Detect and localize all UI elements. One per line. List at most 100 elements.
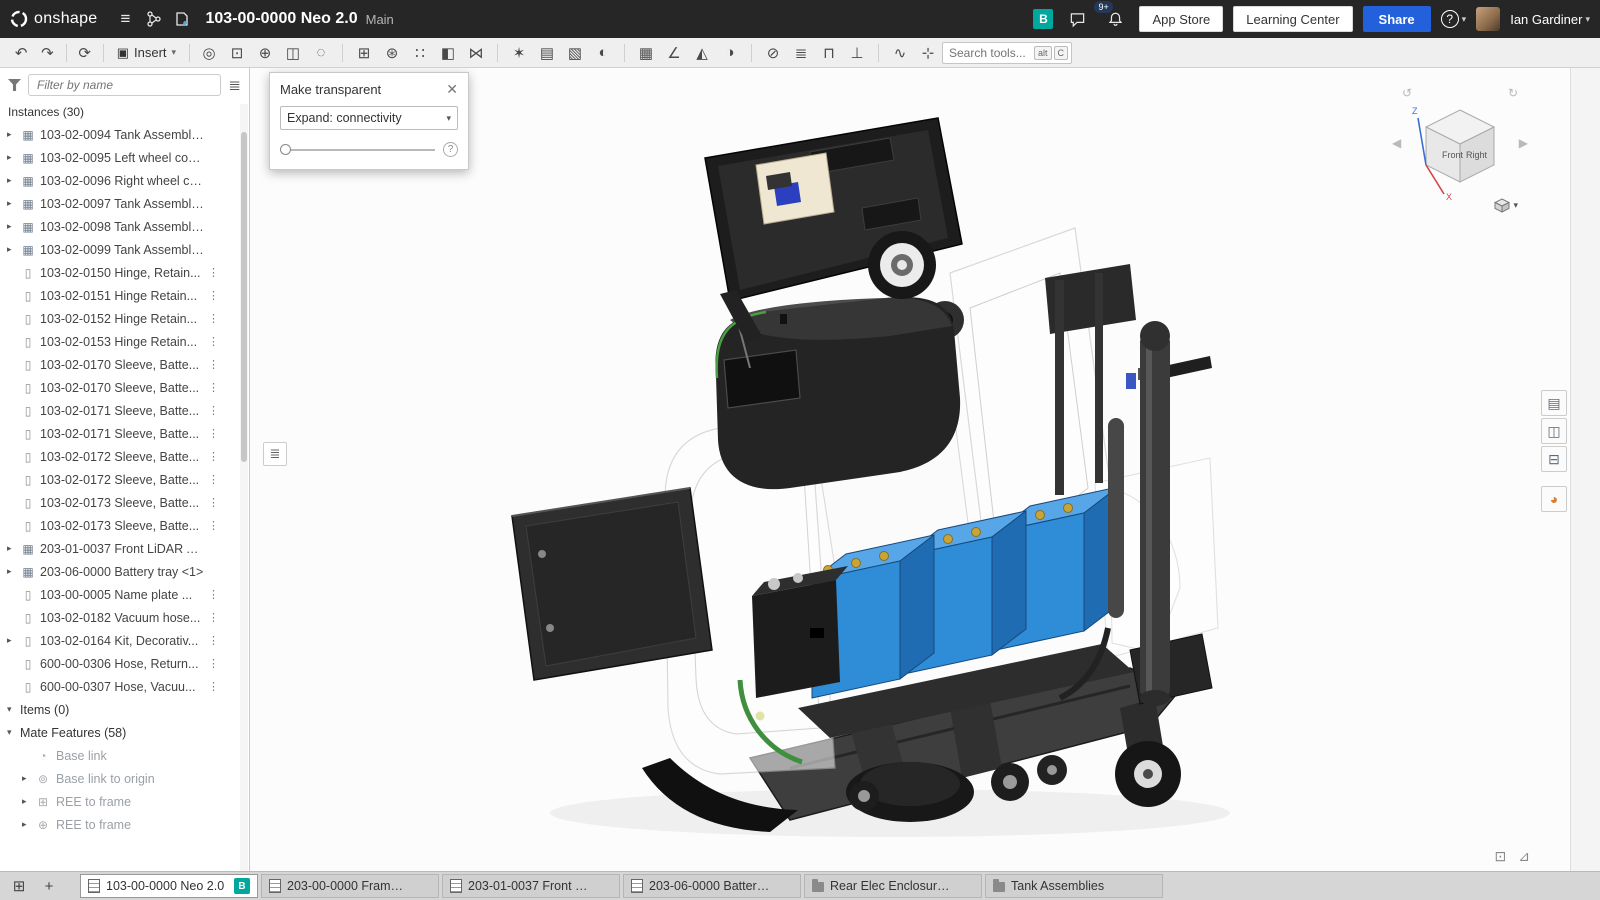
tree-row[interactable]: ▸ 103-02-0096 Right wheel cover <... ⋮ <box>0 169 249 192</box>
undo-icon[interactable]: ↶ <box>8 40 34 66</box>
appearance-panel-icon[interactable]: ◕ <box>1541 486 1567 512</box>
user-menu[interactable]: Ian Gardiner ▾ <box>1510 12 1590 27</box>
mirror-icon[interactable]: ◧ <box>434 40 462 66</box>
panel-scrollbar[interactable] <box>240 104 248 871</box>
appearance-icon[interactable]: ◑ <box>716 40 744 66</box>
expand-mode-select[interactable]: Expand: connectivity ▾ <box>280 106 458 130</box>
tree-row[interactable]: ▸ 103-02-0164 Kit, Decorativ... ⋮ <box>0 629 249 652</box>
learning-center-button[interactable]: Learning Center <box>1233 6 1352 32</box>
custom-feature-icon[interactable]: ⊹ <box>914 40 942 66</box>
cad-model[interactable] <box>250 68 1570 871</box>
mate-connector-indicator-icon[interactable]: ⋮ <box>208 404 219 417</box>
mate-connector-indicator-icon[interactable]: ⋮ <box>208 496 219 509</box>
expand-arrow-icon[interactable]: ▸ <box>7 198 20 209</box>
mate-connector-indicator-icon[interactable]: ⋮ <box>208 588 219 601</box>
roll-cw-icon[interactable]: ↻ <box>1508 86 1518 100</box>
tree-row[interactable]: ▸ 103-02-0173 Sleeve, Batte... ⋮ <box>0 514 249 537</box>
mate-connector-indicator-icon[interactable]: ⋮ <box>208 450 219 463</box>
comments-icon[interactable] <box>1063 5 1091 33</box>
tree-row[interactable]: ▸ 103-02-0170 Sleeve, Batte... ⋮ <box>0 376 249 399</box>
mate-connector-indicator-icon[interactable]: ⋮ <box>208 634 219 647</box>
tree-row[interactable]: ▸ 103-02-0095 Left wheel cover <1> ⋮ <box>0 146 249 169</box>
mate-features-group-row[interactable]: ▾ Mate Features (58) <box>0 721 249 744</box>
share-button[interactable]: Share <box>1363 6 1431 32</box>
mate-connector-indicator-icon[interactable]: ⋮ <box>208 519 219 532</box>
group-icon[interactable]: ⊡ <box>223 40 251 66</box>
workspace-name[interactable]: Main <box>366 12 394 27</box>
mate-feature-row[interactable]: ▸ ⊕ REE to frame <box>0 813 249 836</box>
expand-arrow-icon[interactable]: ▸ <box>7 244 20 255</box>
sheet-metal-icon[interactable]: ⊓ <box>815 40 843 66</box>
expand-arrow-icon[interactable]: ▸ <box>7 129 20 140</box>
expand-arrow-icon[interactable]: ▸ <box>22 773 35 784</box>
display-states-panel-icon[interactable]: ⊟ <box>1541 446 1567 472</box>
roll-ccw-icon[interactable]: ↺ <box>1402 86 1412 100</box>
mate-feature-row[interactable]: ▸ ⊞ REE to frame <box>0 790 249 813</box>
document-tab[interactable]: 203-06-0000 Battery tr... <box>623 874 801 898</box>
circular-pattern-icon[interactable]: ⊛ <box>378 40 406 66</box>
explode-icon[interactable]: ✶ <box>505 40 533 66</box>
section-view-icon[interactable]: ◐ <box>589 40 617 66</box>
mate-connector-indicator-icon[interactable]: ⋮ <box>208 312 219 325</box>
tree-row[interactable]: ▸ 203-01-0037 Front LiDAR Asm, H... ⋮ <box>0 537 249 560</box>
mate-connector-indicator-icon[interactable]: ⋮ <box>208 680 219 693</box>
tree-row[interactable]: ▸ 103-02-0172 Sleeve, Batte... ⋮ <box>0 445 249 468</box>
document-tab[interactable]: 103-00-0000 Neo 2.0 B <box>80 874 258 898</box>
items-group-row[interactable]: ▾ Items (0) <box>0 698 249 721</box>
material-icon[interactable]: ⊘ <box>759 40 787 66</box>
tree-row[interactable]: ▸ 103-02-0099 Tank Assembly, Re... ⋮ <box>0 238 249 261</box>
mate-connector-indicator-icon[interactable]: ⋮ <box>208 266 219 279</box>
expand-arrow-icon[interactable]: ▸ <box>7 635 20 646</box>
list-options-icon[interactable]: ≣ <box>228 76 241 94</box>
scale-indicator-icon[interactable]: ⊿ <box>1518 848 1530 865</box>
mate-connector-indicator-icon[interactable]: ⋮ <box>208 657 219 670</box>
expand-arrow-icon[interactable]: ▸ <box>7 221 20 232</box>
tree-row[interactable]: ▸ 103-02-0182 Vacuum hose... ⋮ <box>0 606 249 629</box>
mate-connector-indicator-icon[interactable]: ⋮ <box>208 473 219 486</box>
mate-connector-indicator-icon[interactable]: ⋮ <box>208 335 219 348</box>
graphics-viewport[interactable]: Make transparent ✕ Expand: connectivity … <box>250 68 1570 871</box>
mate-connector-icon[interactable]: ⊕ <box>251 40 279 66</box>
linear-pattern-icon[interactable]: ⊞ <box>350 40 378 66</box>
feature-list-flyout-button[interactable]: ≣ <box>263 442 287 466</box>
app-store-button[interactable]: App Store <box>1139 6 1223 32</box>
version-badge[interactable]: B <box>1033 9 1053 29</box>
display-states-icon[interactable]: ▧ <box>561 40 589 66</box>
add-tab-icon[interactable]: + <box>36 874 62 898</box>
named-views-icon[interactable]: ▤ <box>533 40 561 66</box>
update-standard-content-icon[interactable]: ⟳ <box>72 40 98 66</box>
avatar[interactable] <box>1476 7 1500 31</box>
tree-row[interactable]: ▸ 103-02-0173 Sleeve, Batte... ⋮ <box>0 491 249 514</box>
tree-row[interactable]: ▸ 103-02-0098 Tank Assembly, Re... ⋮ <box>0 215 249 238</box>
view-cube[interactable]: Front Right Z X ◀ ▶ ↺ ↻ <box>1394 80 1526 212</box>
rotate-right-arrow-icon[interactable]: ▶ <box>1519 136 1528 150</box>
named-positions-icon[interactable]: ◫ <box>279 40 307 66</box>
document-tab[interactable]: Tank Assemblies <box>985 874 1163 898</box>
close-icon[interactable]: ✕ <box>446 81 458 98</box>
expand-arrow-icon[interactable]: ▸ <box>7 152 20 163</box>
expand-arrow-icon[interactable]: ▸ <box>7 175 20 186</box>
tree-row[interactable]: ▸ 103-02-0172 Sleeve, Batte... ⋮ <box>0 468 249 491</box>
belt-icon[interactable]: ∿ <box>886 40 914 66</box>
dialog-help-icon[interactable]: ? <box>443 142 458 157</box>
help-menu[interactable]: ? ▾ <box>1441 10 1467 28</box>
bom-icon[interactable]: ▦ <box>632 40 660 66</box>
document-tab[interactable]: 203-01-0037 Front LiD... <box>442 874 620 898</box>
filter-icon[interactable] <box>8 79 21 91</box>
tree-row[interactable]: ▸ 103-02-0171 Sleeve, Batte... ⋮ <box>0 399 249 422</box>
rotate-left-arrow-icon[interactable]: ◀ <box>1392 136 1401 150</box>
tree-row[interactable]: ▸ 103-02-0171 Sleeve, Batte... ⋮ <box>0 422 249 445</box>
insert-button[interactable]: ▣ Insert ▾ <box>109 40 184 66</box>
transparency-slider[interactable] <box>280 149 435 151</box>
onshape-logo[interactable]: onshape <box>10 10 98 28</box>
expand-arrow-icon[interactable]: ▸ <box>22 819 35 830</box>
mate-connector-indicator-icon[interactable]: ⋮ <box>208 381 219 394</box>
document-tab[interactable]: Rear Elec Enclosure (R... <box>804 874 982 898</box>
snap-mode-icon[interactable]: ◌ <box>307 40 335 66</box>
mate-feature-row[interactable]: ▸ ⊚ Base link to origin <box>0 767 249 790</box>
filter-input[interactable] <box>28 74 221 96</box>
mate-connector-indicator-icon[interactable]: ⋮ <box>208 611 219 624</box>
tree-row[interactable]: ▸ 103-02-0150 Hinge, Retain... ⋮ <box>0 261 249 284</box>
scrollbar-thumb[interactable] <box>241 132 247 462</box>
tree-row[interactable]: ▸ 103-02-0170 Sleeve, Batte... ⋮ <box>0 353 249 376</box>
